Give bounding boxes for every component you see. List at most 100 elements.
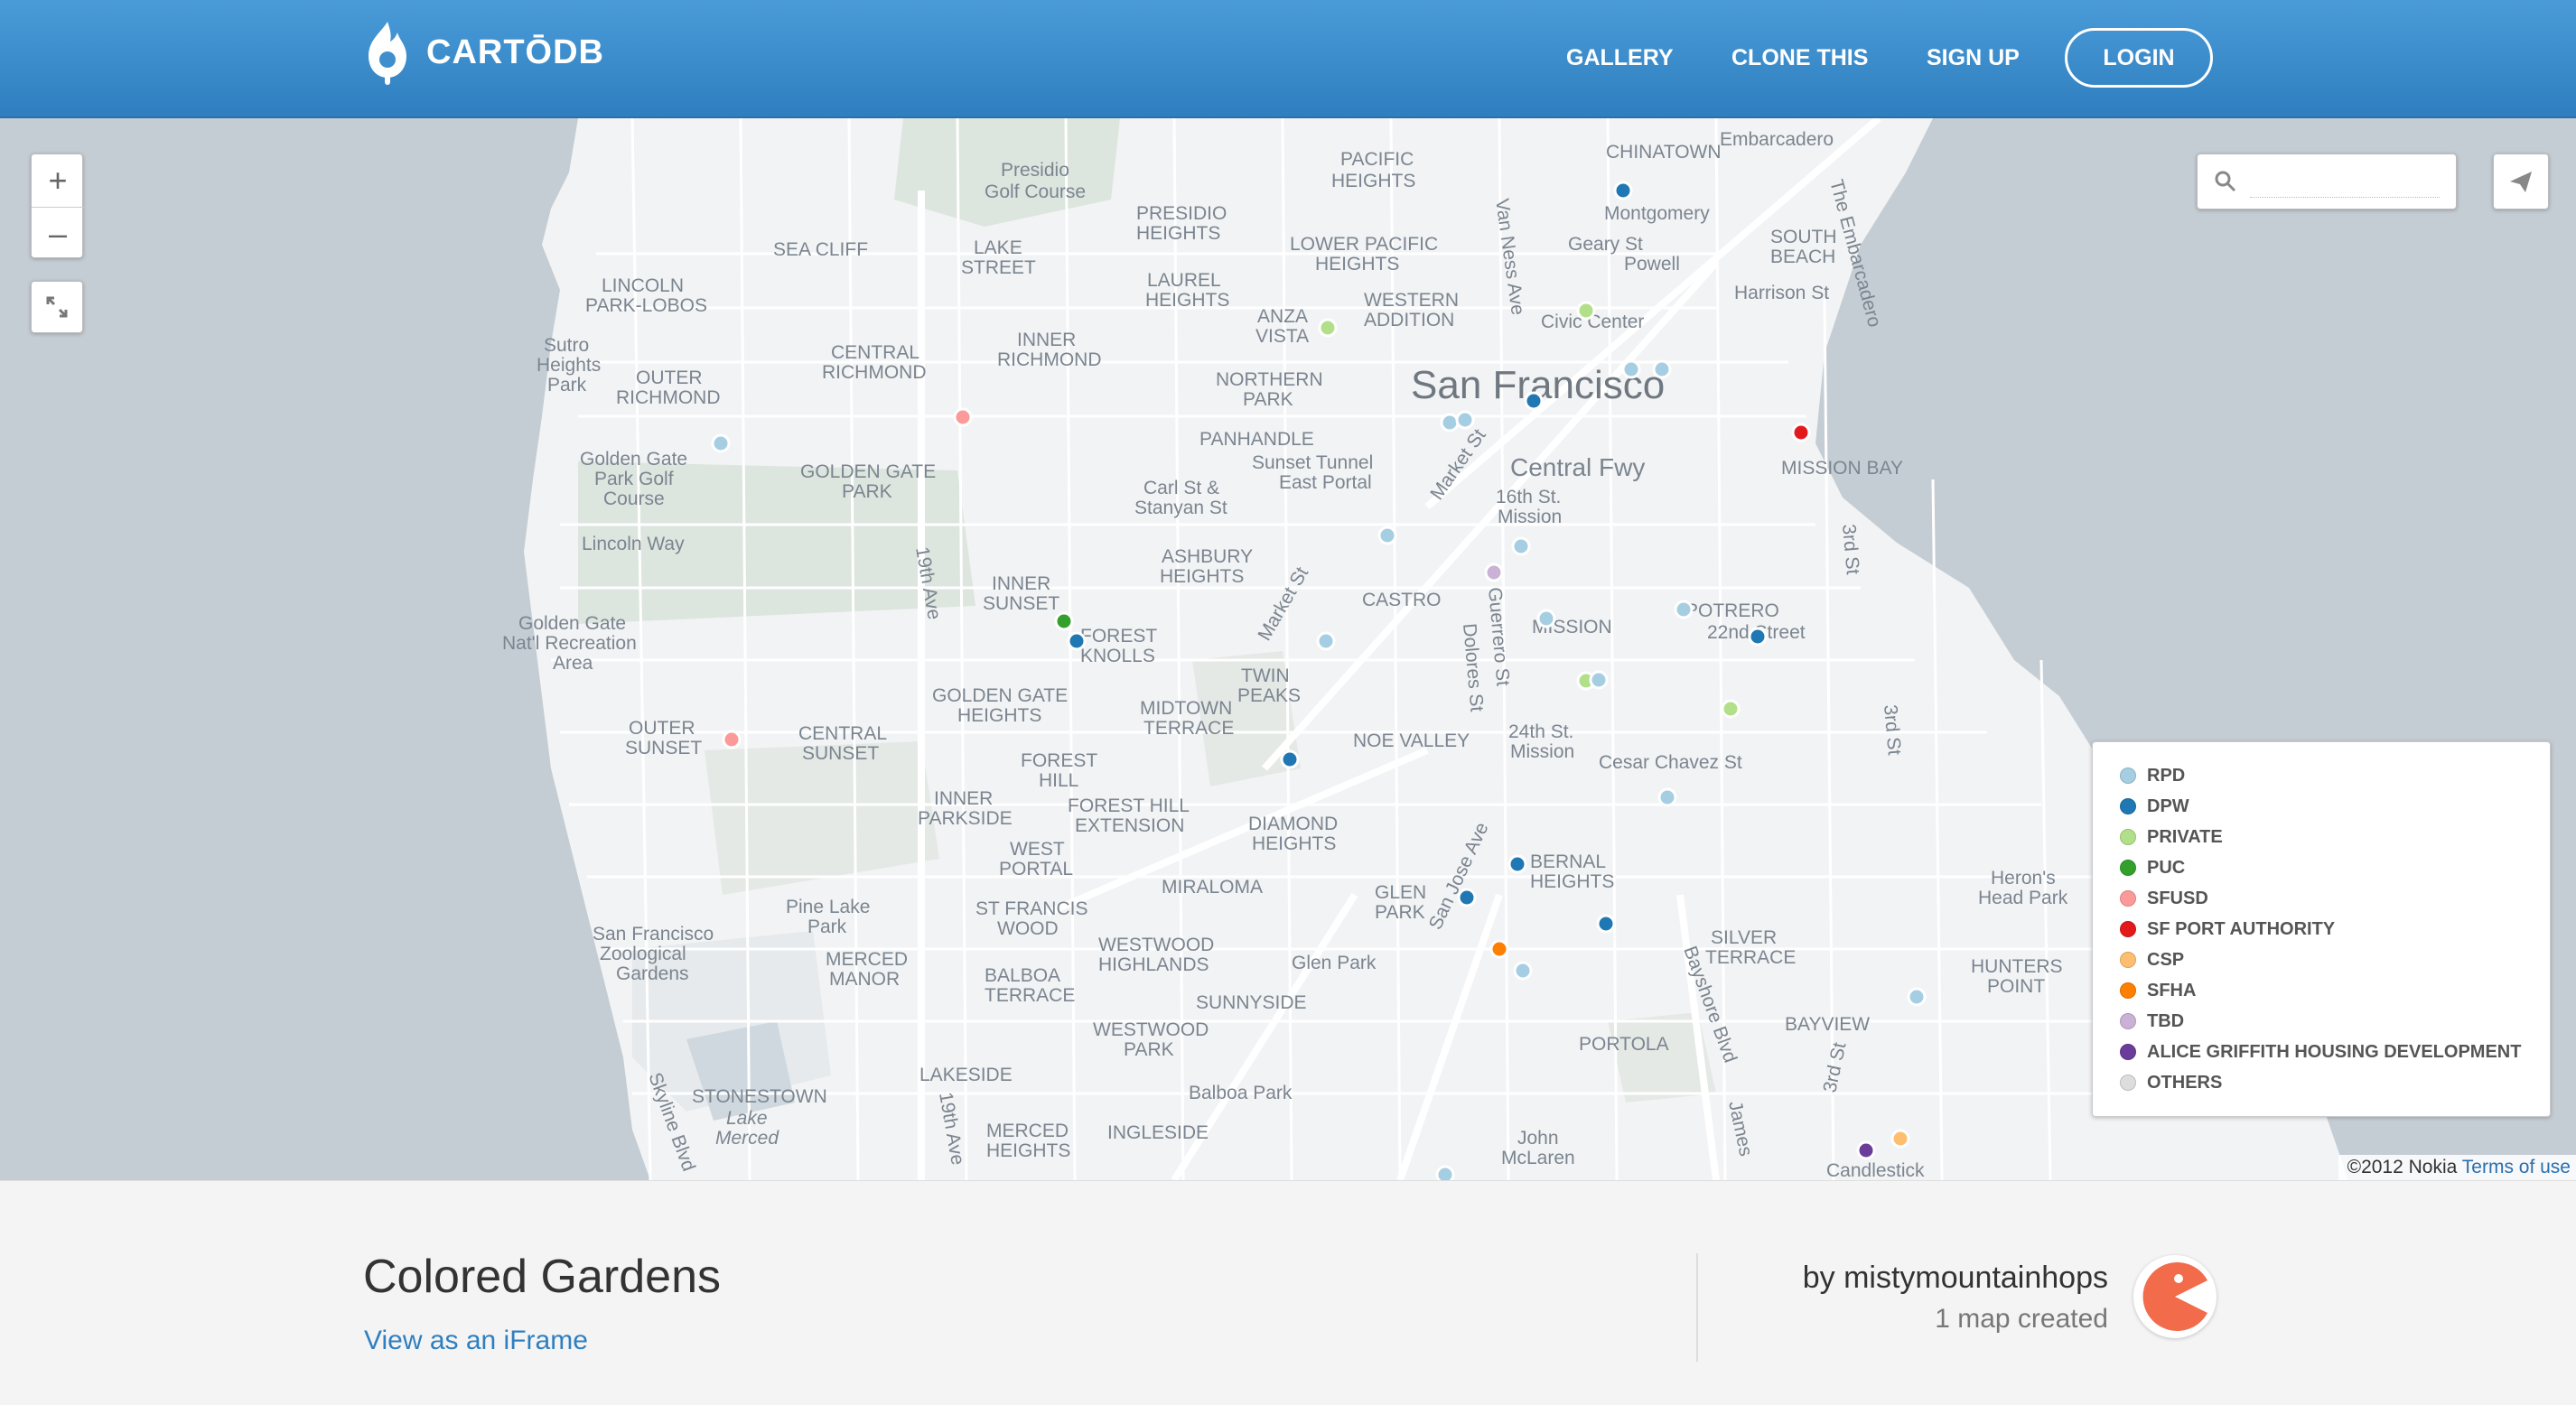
legend-swatch xyxy=(2120,982,2136,999)
svg-text:NOE VALLEY: NOE VALLEY xyxy=(1353,730,1470,751)
svg-text:Merced: Merced xyxy=(715,1128,779,1149)
svg-text:Sunset Tunnel: Sunset Tunnel xyxy=(1252,452,1373,473)
zoom-in-button[interactable]: + xyxy=(32,154,84,207)
fullscreen-button[interactable] xyxy=(31,281,83,333)
svg-text:Lake: Lake xyxy=(726,1108,768,1129)
svg-text:3rd St: 3rd St xyxy=(1838,523,1863,575)
map-canvas[interactable]: CHINATOWN Embarcadero PACIFIC HEIGHTS Pre… xyxy=(0,118,2576,1180)
svg-text:LAKESIDE: LAKESIDE xyxy=(919,1065,1013,1085)
svg-text:Heights: Heights xyxy=(537,355,601,376)
map-search-input[interactable] xyxy=(2250,167,2440,198)
svg-text:INGLESIDE: INGLESIDE xyxy=(1107,1122,1209,1143)
svg-text:WESTWOOD: WESTWOOD xyxy=(1093,1019,1209,1040)
svg-text:PEAKS: PEAKS xyxy=(1237,685,1301,706)
svg-text:PARK-LOBOS: PARK-LOBOS xyxy=(585,295,707,316)
svg-text:BALBOA: BALBOA xyxy=(985,965,1060,986)
svg-text:OUTER: OUTER xyxy=(636,368,703,388)
svg-text:Presidio: Presidio xyxy=(1001,160,1069,181)
svg-text:16th St.: 16th St. xyxy=(1496,487,1561,507)
legend-swatch xyxy=(2120,1013,2136,1029)
fullscreen-icon xyxy=(46,296,68,318)
svg-text:TWIN: TWIN xyxy=(1241,665,1290,686)
legend-label: SFHA xyxy=(2147,980,2197,1000)
view-as-iframe-link[interactable]: View as an iFrame xyxy=(364,1326,588,1356)
svg-text:McLaren: McLaren xyxy=(1501,1148,1575,1168)
author-name[interactable]: by mistymountainhops xyxy=(1803,1261,2108,1296)
svg-text:Sutro: Sutro xyxy=(544,335,589,356)
cartodb-flame-icon xyxy=(369,22,406,85)
svg-text:PORTOLA: PORTOLA xyxy=(1579,1034,1669,1055)
svg-text:Gardens: Gardens xyxy=(616,963,689,984)
legend-swatch xyxy=(2120,798,2136,814)
footer-divider xyxy=(1696,1253,1698,1362)
svg-text:San Francisco: San Francisco xyxy=(593,924,714,944)
svg-text:Golden Gate: Golden Gate xyxy=(580,449,687,470)
svg-text:LAUREL: LAUREL xyxy=(1147,270,1221,291)
svg-text:ADDITION: ADDITION xyxy=(1364,310,1454,330)
avatar[interactable] xyxy=(2133,1255,2217,1338)
legend-label: SFUSD xyxy=(2147,888,2208,908)
svg-text:CENTRAL: CENTRAL xyxy=(831,342,919,363)
login-button[interactable]: LOGIN xyxy=(2065,28,2213,88)
share-button[interactable] xyxy=(2493,154,2549,209)
svg-text:SUNSET: SUNSET xyxy=(983,593,1059,614)
cartodb-logo[interactable]: CARTŌDB xyxy=(363,20,604,85)
nav-clone-this[interactable]: CLONE THIS xyxy=(1731,45,1868,71)
svg-text:WOOD: WOOD xyxy=(997,918,1059,939)
zoom-out-button[interactable]: – xyxy=(32,207,84,259)
terms-of-use-link[interactable]: Terms of use xyxy=(2462,1157,2571,1177)
svg-text:Park: Park xyxy=(807,917,847,937)
legend-label: PUC xyxy=(2147,857,2186,878)
svg-text:SEA CLIFF: SEA CLIFF xyxy=(773,239,868,260)
zoom-control: + – xyxy=(31,154,84,259)
svg-text:Golden Gate: Golden Gate xyxy=(518,613,626,634)
svg-text:MIRALOMA: MIRALOMA xyxy=(1162,877,1263,898)
nav-gallery-wrap: GALLERY xyxy=(1566,29,1674,87)
svg-text:FOREST: FOREST xyxy=(1021,750,1097,771)
svg-text:LINCOLN: LINCOLN xyxy=(602,275,684,296)
svg-text:SILVER: SILVER xyxy=(1711,927,1777,948)
legend-item: PRIVATE xyxy=(2120,822,2523,852)
svg-text:INNER: INNER xyxy=(992,573,1050,594)
svg-text:STONESTOWN: STONESTOWN xyxy=(692,1086,827,1107)
nav-clone-wrap: CLONE THIS xyxy=(1731,29,1868,87)
svg-text:Nat'l Recreation: Nat'l Recreation xyxy=(502,633,637,654)
svg-text:INNER: INNER xyxy=(934,788,993,809)
svg-text:3rd St: 3rd St xyxy=(1880,703,1905,756)
legend-swatch xyxy=(2120,890,2136,907)
svg-text:NORTHERN: NORTHERN xyxy=(1216,369,1323,390)
svg-text:PARK: PARK xyxy=(1375,902,1425,923)
legend-item: OTHERS xyxy=(2120,1067,2523,1098)
svg-text:GOLDEN GATE: GOLDEN GATE xyxy=(800,461,936,482)
legend-item: DPW xyxy=(2120,791,2523,822)
svg-text:MIDTOWN: MIDTOWN xyxy=(1140,698,1232,719)
svg-text:Mission: Mission xyxy=(1510,741,1574,762)
svg-text:Zoological: Zoological xyxy=(600,944,686,964)
svg-text:HEIGHTS: HEIGHTS xyxy=(1315,254,1399,274)
attribution-text: ©2012 Nokia xyxy=(2347,1157,2458,1177)
svg-text:MERCED: MERCED xyxy=(986,1121,1069,1141)
search-icon xyxy=(2215,171,2236,192)
svg-text:HEIGHTS: HEIGHTS xyxy=(1145,290,1229,311)
top-nav-bar: CARTŌDB GALLERY CLONE THIS SIGN UP LOGIN xyxy=(0,0,2576,118)
nav-sign-up[interactable]: SIGN UP xyxy=(1927,45,2020,71)
svg-text:PARK: PARK xyxy=(842,481,892,502)
svg-text:Park Golf: Park Golf xyxy=(594,469,674,489)
svg-text:HEIGHTS: HEIGHTS xyxy=(957,705,1041,726)
svg-text:Geary St: Geary St xyxy=(1568,234,1643,255)
svg-text:Powell: Powell xyxy=(1624,254,1680,274)
svg-text:INNER: INNER xyxy=(1017,330,1076,350)
svg-text:RICHMOND: RICHMOND xyxy=(822,362,927,383)
svg-text:TERRACE: TERRACE xyxy=(985,985,1075,1006)
svg-text:Glen Park: Glen Park xyxy=(1292,953,1377,973)
svg-text:RICHMOND: RICHMOND xyxy=(997,349,1102,370)
svg-text:Park: Park xyxy=(547,375,587,395)
svg-text:MERCED: MERCED xyxy=(826,949,908,970)
svg-text:CHINATOWN: CHINATOWN xyxy=(1606,142,1722,163)
svg-text:Golf Course: Golf Course xyxy=(985,181,1086,202)
svg-text:John: John xyxy=(1517,1128,1559,1149)
legend-swatch xyxy=(2120,860,2136,876)
nav-gallery[interactable]: GALLERY xyxy=(1566,45,1674,71)
svg-text:TERRACE: TERRACE xyxy=(1143,718,1234,739)
svg-text:CENTRAL: CENTRAL xyxy=(798,723,887,744)
